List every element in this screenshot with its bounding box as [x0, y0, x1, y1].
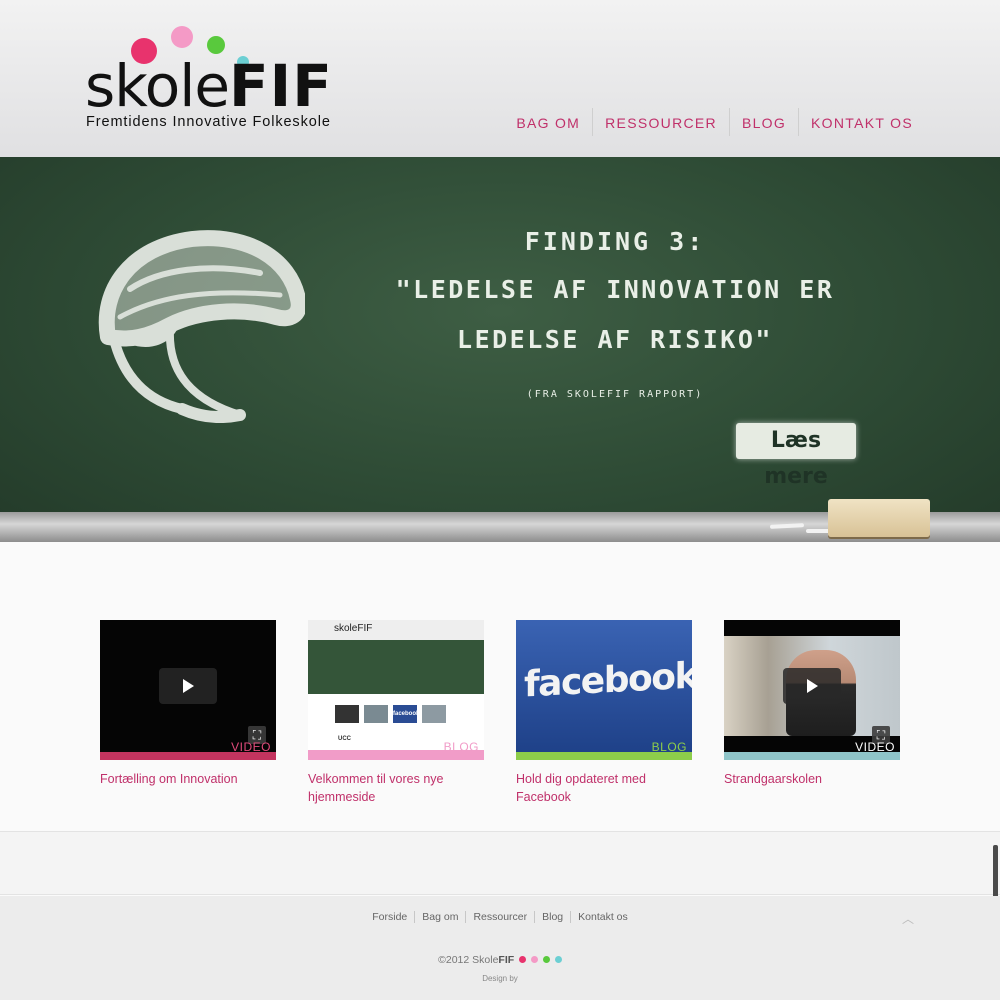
mini-badge: UCC — [338, 736, 351, 742]
footer-nav: Forside Bag om Ressourcer Blog Kontakt o… — [0, 911, 1000, 923]
footer-link-blog[interactable]: Blog — [534, 911, 570, 923]
site-footer: Forside Bag om Ressourcer Blog Kontakt o… — [0, 896, 1000, 1000]
card-title[interactable]: Strandgaarskolen — [724, 770, 900, 788]
video-thumbnail[interactable]: ⛶ VIDEO — [724, 620, 900, 760]
site-logo[interactable]: skoleFIF Fremtidens Innovative Folkeskol… — [85, 26, 365, 136]
category-tag: VIDEO — [231, 740, 271, 754]
nav-blog[interactable]: BLOG — [728, 108, 798, 136]
read-more-button[interactable]: Læs mere — [736, 423, 856, 489]
footer-link-ressourcer[interactable]: Ressourcer — [465, 911, 534, 923]
nav-kontakt-os[interactable]: KONTAKT OS — [798, 108, 925, 136]
footer-dot-teal — [554, 956, 562, 963]
spacer-band — [0, 831, 1000, 895]
chalk-helmet-icon — [98, 230, 305, 423]
content-cards: ⛶ VIDEO Fortælling om Innovation skoleFI… — [100, 620, 900, 810]
card-title[interactable]: Fortælling om Innovation — [100, 770, 276, 788]
logo-dot-light-pink — [171, 26, 193, 48]
footer-link-bag-om[interactable]: Bag om — [414, 911, 465, 923]
hero-chalkboard: FINDING 3: "LEDELSE AF INNOVATION ER LED… — [0, 157, 1000, 542]
facebook-logo-icon: facebook — [524, 655, 692, 706]
video-thumbnail[interactable]: ⛶ VIDEO — [100, 620, 276, 760]
hero-heading-3: LEDELSE AF RISIKO" — [457, 325, 773, 354]
eraser-sponge-icon — [828, 499, 930, 537]
category-tag: BLOG — [443, 740, 479, 754]
mini-chalkboard — [308, 640, 484, 694]
card-title[interactable]: Velkommen til vores nye hjemmeside — [308, 770, 484, 806]
hero-heading-1: FINDING 3: — [524, 227, 706, 256]
mini-thumb: facebook — [393, 705, 417, 723]
card-title[interactable]: Hold dig opdateret med Facebook — [516, 770, 692, 806]
play-icon[interactable] — [159, 668, 217, 704]
site-header: skoleFIF Fremtidens Innovative Folkeskol… — [0, 0, 1000, 157]
card-blog-welcome: skoleFIF facebook UCC BLOG Velkommen til… — [308, 620, 484, 806]
hero-heading-2: "LEDELSE AF INNOVATION ER — [395, 275, 835, 304]
blog-thumbnail[interactable]: skoleFIF facebook UCC BLOG — [308, 620, 484, 760]
mini-thumb — [335, 705, 359, 723]
card-video-innovation: ⛶ VIDEO Fortælling om Innovation — [100, 620, 276, 788]
footer-dot-light-pink — [531, 956, 539, 963]
footer-link-kontakt-os[interactable]: Kontakt os — [570, 911, 635, 923]
play-icon[interactable] — [783, 668, 841, 704]
nav-bag-om[interactable]: BAG OM — [504, 108, 592, 136]
card-blog-facebook: facebook BLOG Hold dig opdateret med Fac… — [516, 620, 692, 806]
design-by: Design by — [482, 974, 518, 983]
copyright-brand: FIF — [498, 954, 515, 966]
logo-tagline: Fremtidens Innovative Folkeskole — [86, 114, 331, 130]
category-tag: VIDEO — [855, 740, 895, 754]
copyright-text: ©2012 Skole — [438, 954, 499, 966]
card-video-strandgaard: ⛶ VIDEO Strandgaarskolen — [724, 620, 900, 788]
copyright: ©2012 SkoleFIF — [0, 954, 1000, 966]
mini-logo: skoleFIF — [334, 623, 373, 634]
footer-dot-green — [542, 956, 550, 963]
mini-thumb — [364, 705, 388, 723]
facebook-thumbnail[interactable]: facebook BLOG — [516, 620, 692, 760]
logo-wordmark: skoleFIF — [85, 52, 333, 120]
hero-source: (FRA SKOLEFIF RAPPORT) — [526, 389, 704, 400]
back-to-top-icon[interactable]: ︿ — [902, 910, 914, 927]
footer-link-forside[interactable]: Forside — [365, 911, 414, 923]
mini-thumb — [422, 705, 446, 723]
footer-dot-pink — [519, 956, 527, 963]
main-nav: BAG OM RESSOURCER BLOG KONTAKT OS — [504, 108, 925, 136]
nav-ressourcer[interactable]: RESSOURCER — [592, 108, 729, 136]
mini-header: skoleFIF — [308, 620, 484, 640]
category-tag: BLOG — [651, 740, 687, 754]
